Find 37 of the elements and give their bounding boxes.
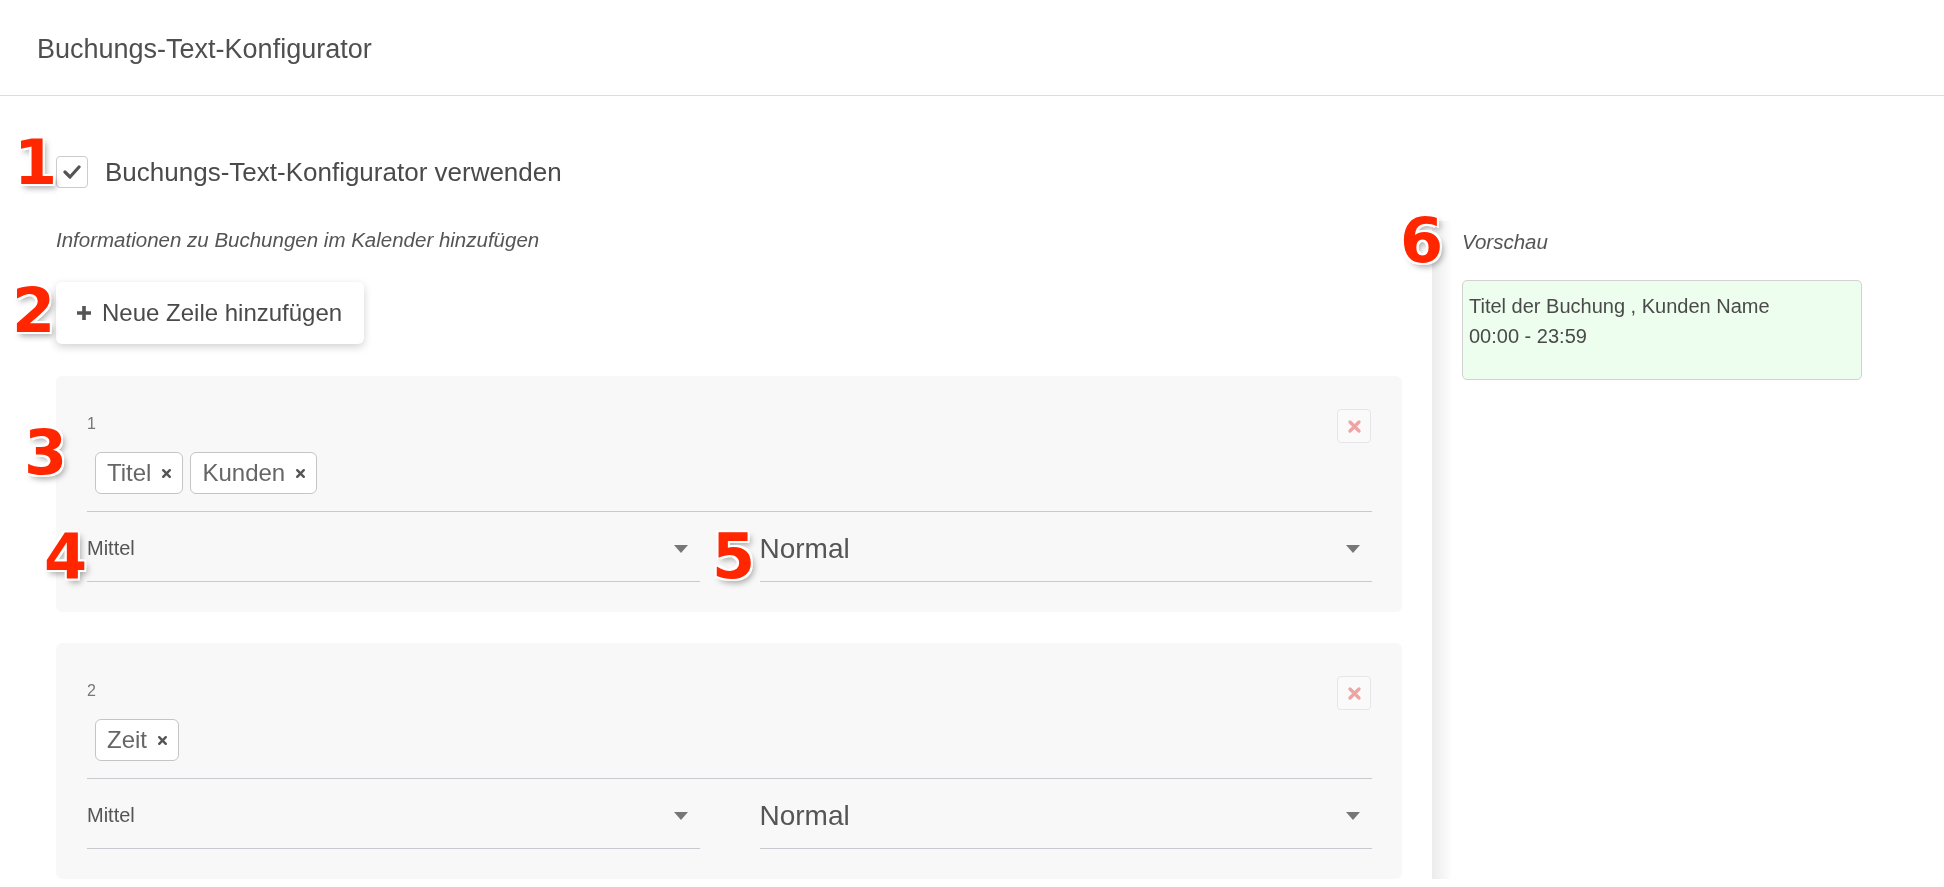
preview-line: 00:00 - 23:59 <box>1469 324 1588 349</box>
annotation-number: 2 <box>12 280 56 342</box>
row-number: 2 <box>87 681 96 701</box>
tag-label: Titel <box>107 459 152 487</box>
preview-title: Vorschau <box>1462 230 1549 254</box>
plus-icon <box>76 305 92 321</box>
preview-line: Titel der Buchung , Kunden Name <box>1469 294 1771 319</box>
annotation-number: 5 <box>712 526 756 588</box>
dropdown[interactable]: Mittel <box>87 512 700 582</box>
remove-tag-button[interactable] <box>295 467 307 479</box>
annotation-number: 4 <box>44 526 88 588</box>
caret-icon <box>1346 811 1360 820</box>
close-icon <box>157 734 168 746</box>
annotation-number: 3 <box>24 422 68 484</box>
remove-tag-button[interactable] <box>161 467 173 479</box>
close-icon <box>1346 685 1362 701</box>
dropdown[interactable]: Mittel <box>87 779 700 849</box>
row-number: 1 <box>87 414 96 434</box>
checkbox[interactable] <box>56 156 88 188</box>
close-icon <box>295 467 307 479</box>
tag-label: Kunden <box>202 459 286 487</box>
tag-label: Zeit <box>107 726 147 754</box>
page-title: Buchungs-Text-Konfigurator <box>37 34 372 65</box>
checkbox-label: Buchungs-Text-Konfigurator verwenden <box>105 156 562 188</box>
check-icon <box>63 165 81 179</box>
close-icon <box>1346 418 1362 434</box>
caret-icon <box>673 544 688 553</box>
close-icon <box>161 467 173 479</box>
section-hint: Informationen zu Buchungen im Kalender hinzufügen <box>56 228 541 252</box>
annotation-number: 1 <box>14 132 58 194</box>
caret-icon <box>1346 544 1360 553</box>
dropdown[interactable]: Normal <box>759 512 1372 582</box>
annotation-number: 6 <box>1400 210 1444 272</box>
remove-tag-button[interactable] <box>157 734 168 746</box>
add-row-button[interactable]: Neue Zeile hinzufügen <box>56 282 365 344</box>
caret-icon <box>673 811 688 820</box>
dropdown[interactable]: Normal <box>759 779 1372 849</box>
